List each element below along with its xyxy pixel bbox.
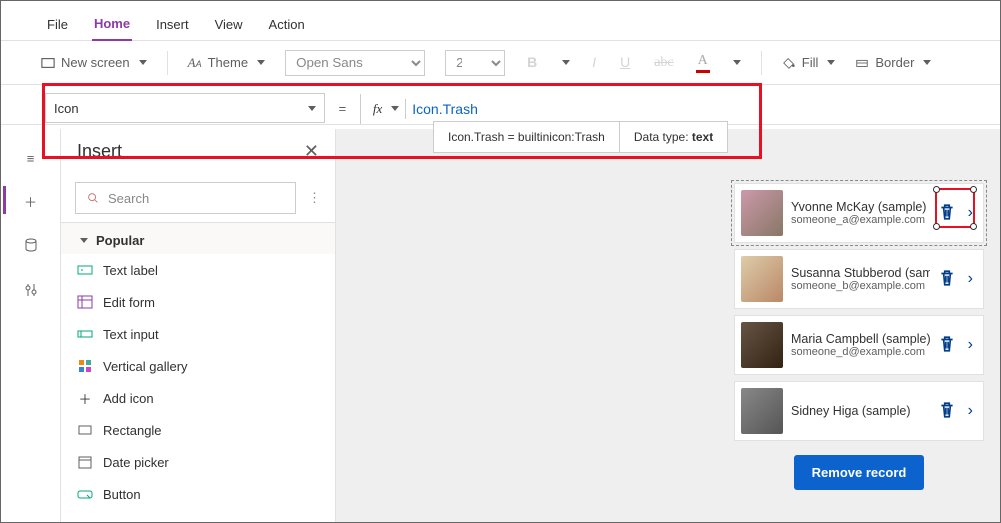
insert-date-picker[interactable]: Date picker bbox=[61, 446, 335, 478]
gallery: Yvonne McKay (sample)someone_a@example.c… bbox=[734, 183, 984, 522]
menu-insert[interactable]: Insert bbox=[154, 9, 191, 40]
gallery-row[interactable]: Yvonne McKay (sample)someone_a@example.c… bbox=[734, 183, 984, 243]
fx-area[interactable]: fx Icon.Trash bbox=[360, 94, 490, 124]
avatar bbox=[741, 388, 783, 434]
insert-add-icon[interactable]: ＋Add icon bbox=[61, 382, 335, 414]
bold-button[interactable]: B bbox=[525, 54, 539, 72]
rail-settings[interactable] bbox=[23, 282, 39, 301]
contact-name: Sidney Higa (sample) bbox=[791, 404, 930, 418]
search-icon bbox=[86, 191, 100, 205]
insert-edit-form[interactable]: Edit form bbox=[61, 286, 335, 318]
equals-label: = bbox=[339, 101, 347, 116]
left-rail: ≡ ＋ bbox=[1, 129, 61, 522]
italic-button[interactable]: I bbox=[590, 54, 598, 72]
gallery-row[interactable]: Susanna Stubberod (sample)someone_b@exam… bbox=[734, 249, 984, 309]
insert-rectangle[interactable]: Rectangle bbox=[61, 414, 335, 446]
rail-data[interactable] bbox=[23, 237, 39, 256]
insert-vertical-gallery[interactable]: Vertical gallery bbox=[61, 350, 335, 382]
font-select[interactable]: Open Sans bbox=[285, 50, 425, 76]
calendar-icon bbox=[77, 454, 93, 470]
trash-icon[interactable] bbox=[938, 203, 956, 224]
search-input[interactable]: Search bbox=[75, 182, 296, 214]
insert-text-label[interactable]: Text label bbox=[61, 254, 335, 286]
font-color-button[interactable]: A bbox=[696, 53, 710, 73]
rail-tree[interactable]: ≡ bbox=[27, 151, 35, 166]
fill-button[interactable]: Fill bbox=[782, 55, 836, 70]
chevron-right-icon[interactable]: › bbox=[964, 336, 977, 354]
group-popular[interactable]: Popular bbox=[61, 222, 335, 254]
rail-insert[interactable]: ＋ bbox=[24, 192, 37, 211]
insert-panel: Insert ✕ Search ⋮ Popular Text label Edi… bbox=[61, 129, 336, 522]
gallery-row[interactable]: Sidney Higa (sample) › bbox=[734, 381, 984, 441]
trash-icon[interactable] bbox=[938, 401, 956, 422]
eval-datatype: Data type: text bbox=[620, 122, 727, 152]
chevron-right-icon[interactable]: › bbox=[964, 270, 977, 288]
remove-record-button[interactable]: Remove record bbox=[794, 455, 925, 490]
contact-name: Yvonne McKay (sample) bbox=[791, 200, 930, 214]
menu-action[interactable]: Action bbox=[267, 9, 307, 40]
avatar bbox=[741, 322, 783, 368]
fx-icon: fx bbox=[373, 101, 382, 117]
contact-email: someone_a@example.com bbox=[791, 214, 930, 226]
property-selector[interactable]: Icon bbox=[45, 93, 325, 123]
theme-button[interactable]: AA Theme bbox=[188, 55, 265, 71]
formula-text[interactable]: Icon.Trash bbox=[412, 101, 478, 117]
formula-eval-popup: Icon.Trash = builtinicon:Trash Data type… bbox=[433, 121, 728, 153]
avatar bbox=[741, 256, 783, 302]
menubar: File Home Insert View Action bbox=[1, 1, 1000, 41]
trash-icon[interactable] bbox=[938, 269, 956, 290]
chevron-right-icon[interactable]: › bbox=[964, 204, 977, 222]
input-icon bbox=[77, 326, 93, 342]
gallery-row[interactable]: Maria Campbell (sample)someone_d@example… bbox=[734, 315, 984, 375]
canvas: Yvonne McKay (sample)someone_a@example.c… bbox=[336, 129, 1000, 522]
contact-email: someone_d@example.com bbox=[791, 346, 930, 358]
plus-icon: ＋ bbox=[77, 390, 93, 406]
border-button[interactable]: Border bbox=[855, 55, 931, 70]
contact-email: someone_b@example.com bbox=[791, 280, 930, 292]
insert-button[interactable]: Button bbox=[61, 478, 335, 510]
font-size-select[interactable]: 20 bbox=[445, 50, 505, 76]
underline-button[interactable]: U bbox=[618, 54, 632, 72]
screen-icon bbox=[41, 56, 55, 70]
more-icon[interactable]: ⋮ bbox=[308, 190, 321, 206]
button-icon bbox=[77, 486, 93, 502]
chevron-right-icon[interactable]: › bbox=[964, 402, 977, 420]
contact-name: Maria Campbell (sample) bbox=[791, 332, 930, 346]
new-screen-button[interactable]: New screen bbox=[41, 55, 147, 70]
contact-name: Susanna Stubberod (sample) bbox=[791, 266, 930, 280]
border-icon bbox=[855, 56, 869, 70]
close-icon[interactable]: ✕ bbox=[304, 141, 319, 162]
rect-icon bbox=[77, 422, 93, 438]
menu-home[interactable]: Home bbox=[92, 8, 132, 41]
form-icon bbox=[77, 294, 93, 310]
menu-view[interactable]: View bbox=[213, 9, 245, 40]
label-icon bbox=[77, 262, 93, 278]
gallery-icon bbox=[77, 358, 93, 374]
strike-button[interactable]: abc bbox=[652, 55, 675, 71]
menu-file[interactable]: File bbox=[45, 9, 70, 40]
formula-bar: Icon = fx Icon.Trash Icon.Trash = builti… bbox=[1, 85, 1000, 125]
bucket-icon bbox=[782, 56, 796, 70]
insert-text-input[interactable]: Text input bbox=[61, 318, 335, 350]
avatar bbox=[741, 190, 783, 236]
trash-icon[interactable] bbox=[938, 335, 956, 356]
panel-title: Insert bbox=[77, 141, 122, 162]
toolbar: New screen AA Theme Open Sans 20 B I U a… bbox=[1, 41, 1000, 85]
eval-result: Icon.Trash = builtinicon:Trash bbox=[434, 122, 620, 152]
